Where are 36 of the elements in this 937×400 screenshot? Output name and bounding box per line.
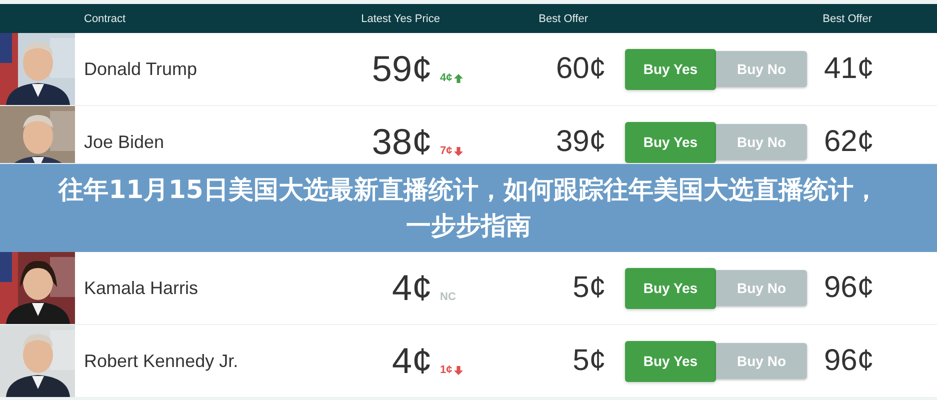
down-arrow-icon bbox=[454, 146, 464, 156]
buy-yes-button[interactable]: Buy Yes bbox=[625, 340, 716, 382]
best-offer: 60¢ bbox=[554, 52, 607, 86]
banner-title: 往年11月15日美国大选最新直播统计，如何跟踪往年美国大选直播统计，一步步指南 bbox=[57, 174, 880, 242]
contract-name: Joe Biden bbox=[83, 132, 166, 152]
buy-no-button[interactable]: Buy No bbox=[716, 51, 807, 87]
down-arrow-icon bbox=[454, 366, 464, 374]
contract-name: Kamala Harris bbox=[83, 278, 200, 298]
buy-yes-button[interactable]: Buy Yes bbox=[625, 48, 716, 90]
best-offer: 96¢ bbox=[822, 271, 875, 305]
buy-no-button[interactable]: Buy No bbox=[716, 270, 807, 306]
buy-yes-button[interactable]: Buy Yes bbox=[625, 268, 716, 308]
buy-no-button[interactable]: Buy No bbox=[716, 124, 807, 160]
price-change: NC bbox=[440, 291, 456, 303]
best-offer: 5¢ bbox=[572, 271, 607, 305]
best-offer: 96¢ bbox=[822, 344, 875, 378]
best-offer: 5¢ bbox=[572, 344, 607, 378]
column-header: Best Offer bbox=[538, 12, 589, 24]
column-header: Contract bbox=[83, 12, 127, 24]
best-offer: 62¢ bbox=[822, 125, 875, 159]
latest-price: 38¢ bbox=[372, 121, 432, 163]
buy-yes-button[interactable]: Buy Yes bbox=[625, 122, 716, 162]
latest-price: 59¢ bbox=[372, 48, 432, 90]
contract-name: Donald Trump bbox=[83, 58, 198, 80]
price-change: 1¢ bbox=[440, 364, 452, 376]
price-change: 7¢ bbox=[440, 145, 452, 157]
price-change: 4¢ bbox=[440, 72, 452, 84]
best-offer: 41¢ bbox=[822, 52, 875, 86]
best-offer: 39¢ bbox=[554, 125, 607, 159]
buy-no-button[interactable]: Buy No bbox=[716, 343, 807, 379]
contract-name: Robert Kennedy Jr. bbox=[83, 350, 240, 372]
column-header: Latest Yes Price bbox=[361, 12, 441, 24]
latest-price: 4¢ bbox=[392, 267, 432, 309]
up-arrow-icon bbox=[454, 74, 464, 82]
latest-price: 4¢ bbox=[392, 340, 432, 382]
column-header: Best Offer bbox=[822, 12, 873, 24]
